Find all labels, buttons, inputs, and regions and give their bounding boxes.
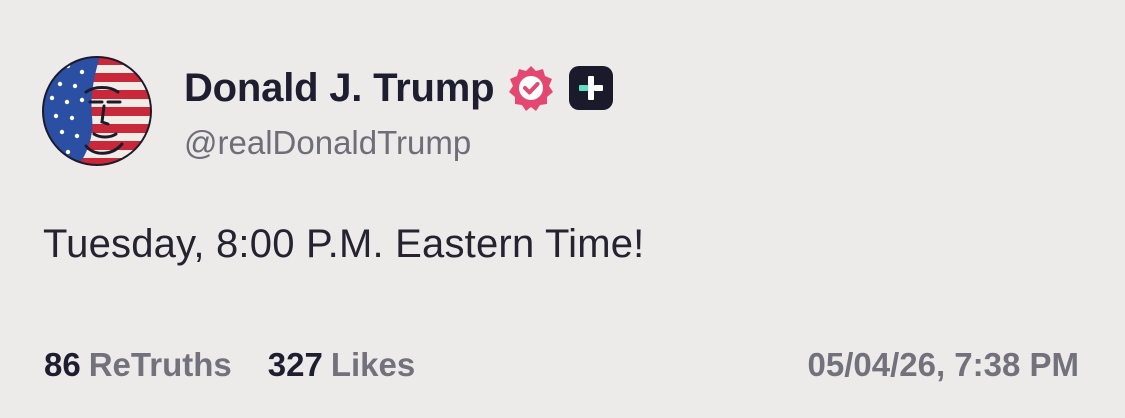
likes-count: 327 [267, 346, 323, 383]
post-stats: 86 ReTruths 327 Likes [44, 346, 451, 384]
likes-stat[interactable]: 327 Likes [268, 346, 415, 384]
post-timestamp: 05/04/26, 7:38 PM [807, 346, 1079, 383]
retruths-stat[interactable]: 86 ReTruths [44, 346, 232, 384]
retruths-count: 86 [44, 346, 81, 383]
author-handle[interactable]: @realDonaldTrump [184, 124, 614, 162]
post-header: Donald J. Trump @realDonaldTrump [42, 56, 614, 166]
name-row: Donald J. Trump [184, 60, 614, 116]
avatar[interactable] [42, 56, 152, 166]
retruths-label: ReTruths [88, 346, 232, 383]
plus-badge-icon [568, 65, 614, 111]
likes-label: Likes [330, 346, 416, 383]
author-display-name[interactable]: Donald J. Trump [184, 66, 495, 111]
avatar-image [42, 56, 152, 166]
author-identity: Donald J. Trump @realDonaldTrump [184, 60, 614, 162]
verified-badge-icon [506, 63, 556, 113]
post-body-text: Tuesday, 8:00 P.M. Eastern Time! [43, 222, 645, 266]
post-card: Donald J. Trump @realDonaldTrump Tuesday… [0, 0, 1125, 418]
